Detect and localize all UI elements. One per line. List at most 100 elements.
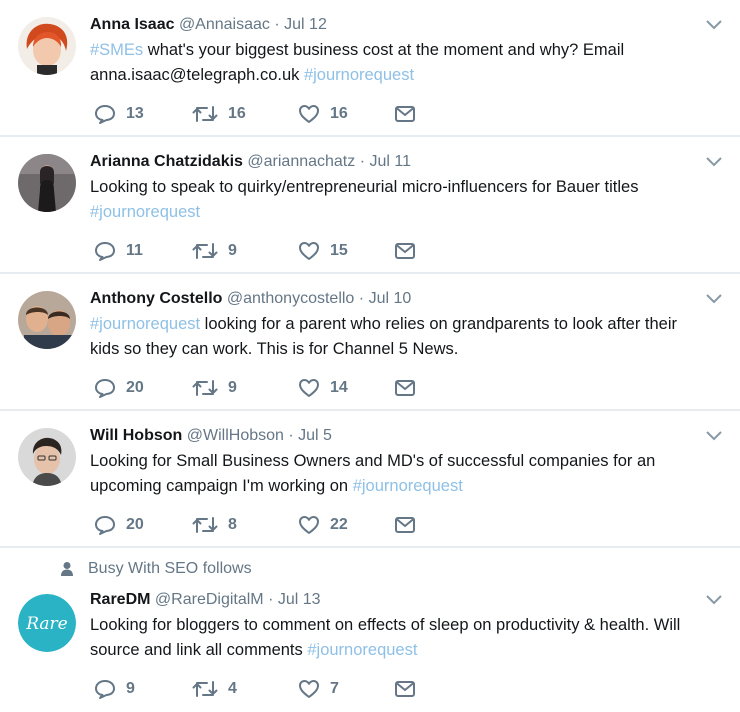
tweet[interactable]: Anthony Costello @anthonycostello · Jul … bbox=[0, 274, 740, 409]
retweet-button[interactable]: 9 bbox=[192, 242, 298, 260]
tweet-text: #journorequest looking for a parent who … bbox=[90, 312, 700, 362]
user-handle[interactable]: @WillHobson bbox=[187, 427, 284, 444]
user-handle[interactable]: @anthonycostello bbox=[227, 290, 354, 307]
tweet[interactable]: Busy With SEO follows Rare RareDM @RareD… bbox=[0, 548, 740, 712]
reply-icon bbox=[95, 379, 115, 398]
person-icon bbox=[61, 562, 73, 576]
like-button[interactable]: 14 bbox=[298, 378, 394, 398]
dm-icon bbox=[395, 380, 415, 396]
retweet-count: 8 bbox=[228, 516, 237, 533]
avatar[interactable] bbox=[18, 291, 76, 349]
tweet[interactable]: Arianna Chatzidakis @ariannachatz · Jul … bbox=[0, 137, 740, 272]
tweet-date[interactable]: Jul 10 bbox=[369, 290, 412, 307]
tweet-date[interactable]: Jul 13 bbox=[278, 591, 321, 608]
display-name[interactable]: Arianna Chatzidakis bbox=[90, 153, 243, 170]
like-button[interactable]: 7 bbox=[298, 679, 394, 699]
chevron-down-icon[interactable] bbox=[706, 431, 722, 441]
tweet-actions: 11 9 15 bbox=[94, 241, 416, 261]
chevron-down-icon[interactable] bbox=[706, 157, 722, 167]
timeline: Anna Isaac @Annaisaac · Jul 12 #SMEs wha… bbox=[0, 0, 740, 712]
like-icon bbox=[299, 105, 319, 123]
tweet-actions: 20 9 14 bbox=[94, 378, 416, 398]
tweet-date[interactable]: Jul 5 bbox=[298, 427, 332, 444]
dm-button[interactable] bbox=[394, 680, 416, 698]
display-name[interactable]: Anthony Costello bbox=[90, 290, 222, 307]
tweet-text: #SMEs what's your biggest business cost … bbox=[90, 38, 700, 88]
rare-logo-text: Rare bbox=[25, 614, 68, 634]
tweet-header: Will Hobson @WillHobson · Jul 5 bbox=[90, 425, 700, 447]
dm-button[interactable] bbox=[394, 242, 416, 260]
tweet-date[interactable]: Jul 11 bbox=[369, 153, 411, 170]
display-name[interactable]: Anna Isaac bbox=[90, 16, 174, 33]
retweet-count: 16 bbox=[228, 105, 246, 122]
chevron-down-icon[interactable] bbox=[706, 294, 722, 304]
avatar[interactable] bbox=[18, 17, 76, 75]
like-count: 16 bbox=[330, 105, 348, 122]
social-context-text[interactable]: Busy With SEO follows bbox=[88, 560, 252, 578]
like-button[interactable]: 22 bbox=[298, 515, 394, 535]
reply-button[interactable]: 11 bbox=[94, 241, 192, 261]
retweet-count: 9 bbox=[228, 379, 237, 396]
reply-count: 20 bbox=[126, 379, 144, 396]
tweet-date[interactable]: Jul 12 bbox=[284, 16, 327, 33]
tweet-actions: 13 16 16 bbox=[94, 104, 416, 124]
dm-icon bbox=[395, 517, 415, 533]
tweet-header: Anna Isaac @Annaisaac · Jul 12 bbox=[90, 14, 700, 36]
retweet-icon bbox=[192, 517, 218, 533]
separator-dot: · bbox=[268, 591, 274, 608]
retweet-button[interactable]: 16 bbox=[192, 105, 298, 123]
separator-dot: · bbox=[358, 290, 365, 307]
hashtag-link[interactable]: #journorequest bbox=[304, 66, 414, 84]
like-icon bbox=[299, 379, 319, 397]
dm-button[interactable] bbox=[394, 379, 416, 397]
avatar[interactable] bbox=[18, 428, 76, 486]
reply-icon bbox=[95, 242, 115, 261]
like-button[interactable]: 15 bbox=[298, 241, 394, 261]
retweet-button[interactable]: 9 bbox=[192, 379, 298, 397]
like-icon bbox=[299, 242, 319, 260]
user-handle[interactable]: @ariannachatz bbox=[247, 153, 355, 170]
hashtag-link[interactable]: #journorequest bbox=[90, 315, 200, 333]
hashtag-link[interactable]: #journorequest bbox=[353, 477, 463, 495]
retweet-button[interactable]: 8 bbox=[192, 516, 298, 534]
display-name[interactable]: Will Hobson bbox=[90, 427, 182, 444]
like-icon bbox=[299, 680, 319, 698]
reply-icon bbox=[95, 680, 115, 699]
tweet[interactable]: Will Hobson @WillHobson · Jul 5 Looking … bbox=[0, 411, 740, 546]
social-context: Busy With SEO follows bbox=[60, 560, 252, 578]
user-handle[interactable]: @RareDigitalM bbox=[155, 591, 264, 608]
reply-button[interactable]: 20 bbox=[94, 378, 192, 398]
reply-icon bbox=[95, 105, 115, 124]
tweet[interactable]: Anna Isaac @Annaisaac · Jul 12 #SMEs wha… bbox=[0, 0, 740, 135]
hashtag-link[interactable]: #journorequest bbox=[90, 203, 200, 221]
reply-count: 9 bbox=[126, 680, 135, 697]
retweet-icon bbox=[192, 380, 218, 396]
tweet-text: Looking for bloggers to comment on effec… bbox=[90, 613, 700, 663]
reply-count: 13 bbox=[126, 105, 144, 122]
reply-button[interactable]: 13 bbox=[94, 104, 192, 124]
hashtag-link[interactable]: #journorequest bbox=[307, 641, 417, 659]
reply-button[interactable]: 20 bbox=[94, 515, 192, 535]
reply-count: 11 bbox=[126, 242, 143, 259]
tweet-text: Looking to speak to quirky/entrepreneuri… bbox=[90, 175, 700, 225]
user-handle[interactable]: @Annaisaac bbox=[179, 16, 270, 33]
chevron-down-icon[interactable] bbox=[706, 20, 722, 30]
like-count: 14 bbox=[330, 379, 348, 396]
dm-button[interactable] bbox=[394, 105, 416, 123]
display-name[interactable]: RareDM bbox=[90, 591, 150, 608]
chevron-down-icon[interactable] bbox=[706, 595, 722, 605]
avatar[interactable] bbox=[18, 154, 76, 212]
retweet-count: 4 bbox=[228, 680, 237, 697]
like-button[interactable]: 16 bbox=[298, 104, 394, 124]
hashtag-link[interactable]: #SMEs bbox=[90, 41, 143, 59]
reply-icon bbox=[95, 516, 115, 535]
tweet-actions: 9 4 7 bbox=[94, 679, 416, 699]
separator-dot: · bbox=[274, 16, 280, 33]
tweet-header: Anthony Costello @anthonycostello · Jul … bbox=[90, 288, 700, 310]
like-count: 15 bbox=[330, 242, 348, 259]
dm-button[interactable] bbox=[394, 516, 416, 534]
retweet-icon bbox=[192, 243, 218, 259]
avatar[interactable]: Rare bbox=[18, 594, 76, 652]
reply-button[interactable]: 9 bbox=[94, 679, 192, 699]
retweet-button[interactable]: 4 bbox=[192, 680, 298, 698]
